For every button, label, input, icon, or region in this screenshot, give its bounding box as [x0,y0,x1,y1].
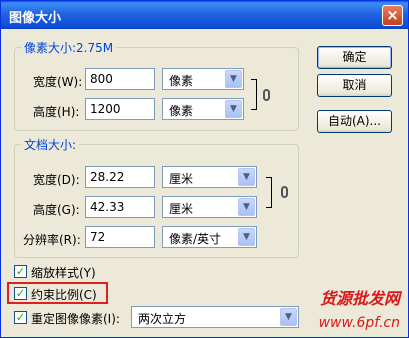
chain-link-icon [281,186,288,198]
chevron-down-icon[interactable]: ▼ [280,308,297,326]
constrain-proportions-checkbox[interactable]: ✓ [14,287,27,300]
ok-button[interactable]: 确定 [317,46,392,69]
document-size-legend: 文档大小: [24,138,77,152]
chain-link-icon [263,89,270,101]
document-width-unit-value: 厘米 [169,172,194,186]
resample-method-select[interactable]: 两次立方 ▼ [131,306,299,328]
watermark-url: www.6pf.cn [318,315,400,331]
resolution-input[interactable]: 72 [85,226,155,248]
resolution-unit-value: 像素/英寸 [169,232,222,246]
constrain-proportions-label[interactable]: 约束比例(C) [31,286,97,303]
watermark-title: 货源批发网 [319,289,400,308]
document-link-bracket [266,177,272,208]
pixel-height-unit-select[interactable]: 像素 ▼ [162,98,244,120]
pixel-width-input[interactable]: 800 [85,68,155,90]
document-height-unit-select[interactable]: 厘米 ▼ [162,196,257,218]
image-size-dialog: 图像大小 × 像素大小:2.75M 宽度(W): 800 像素 ▼ 高度(H):… [0,0,409,338]
pixel-height-label: 高度(H): [33,105,80,119]
pixel-link-bracket [251,79,257,110]
scale-styles-checkbox[interactable]: ✓ [14,265,27,278]
close-button[interactable]: × [382,5,403,26]
document-height-input[interactable]: 42.33 [85,196,155,218]
document-height-label: 高度(G): [33,203,80,217]
resample-checkbox[interactable]: ✓ [14,311,27,324]
resolution-label: 分辨率(R): [23,233,81,247]
chevron-down-icon[interactable]: ▼ [225,70,242,88]
resolution-unit-select[interactable]: 像素/英寸 ▼ [162,226,257,248]
dialog-title: 图像大小 [9,11,62,26]
document-height-unit-value: 厘米 [169,202,194,216]
pixel-height-unit-value: 像素 [169,104,194,118]
resample-method-value: 两次立方 [138,312,187,326]
chevron-down-icon[interactable]: ▼ [238,198,255,216]
cancel-button[interactable]: 取消 [317,74,392,97]
pixel-width-label: 宽度(W): [33,75,83,89]
title-bar[interactable]: 图像大小 × [1,1,408,29]
chevron-down-icon[interactable]: ▼ [238,168,255,186]
document-width-input[interactable]: 28.22 [85,166,155,188]
document-width-label: 宽度(D): [33,173,80,187]
document-width-unit-select[interactable]: 厘米 ▼ [162,166,257,188]
pixel-dimensions-legend: 像素大小:2.75M [24,41,114,55]
resample-label[interactable]: 重定图像像素(I): [31,310,120,327]
pixel-width-unit-select[interactable]: 像素 ▼ [162,68,244,90]
scale-styles-label[interactable]: 缩放样式(Y) [31,264,96,281]
auto-button[interactable]: 自动(A)... [317,110,392,133]
pixel-width-unit-value: 像素 [169,74,194,88]
chevron-down-icon[interactable]: ▼ [225,100,242,118]
pixel-height-input[interactable]: 1200 [85,98,155,120]
chevron-down-icon[interactable]: ▼ [238,228,255,246]
